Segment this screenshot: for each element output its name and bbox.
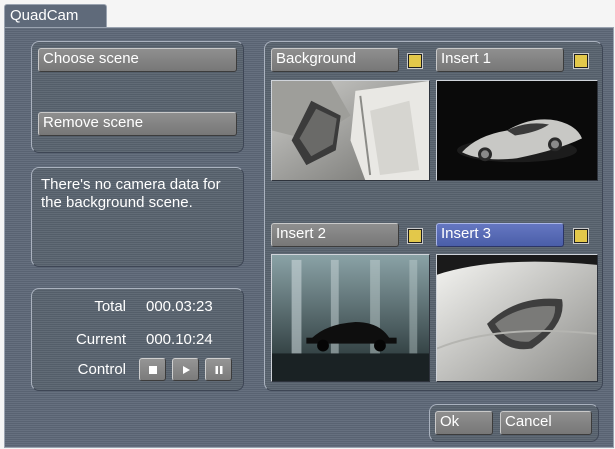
total-label: Total [94, 298, 126, 315]
current-value: 000.10:24 [146, 331, 213, 348]
headlight-image [437, 255, 597, 381]
garage-car-image [272, 255, 429, 381]
current-label: Current [75, 331, 126, 348]
pause-icon [215, 365, 222, 374]
insert-3-toggle[interactable] [574, 229, 588, 243]
info-panel: There's no camera data for the backgroun… [31, 167, 244, 267]
stop-icon [148, 365, 157, 374]
background-toggle[interactable] [408, 54, 422, 68]
background-button[interactable]: Background [271, 48, 399, 72]
camera-info-text: There's no camera data for the backgroun… [41, 176, 221, 211]
insert-2-toggle[interactable] [408, 229, 422, 243]
quadcam-window: Choose scene Remove scene There's no cam… [4, 27, 614, 448]
car-interior-image [272, 81, 429, 180]
choose-scene-button[interactable]: Choose scene [38, 48, 237, 72]
insert-2-button[interactable]: Insert 2 [271, 223, 399, 247]
stop-button[interactable] [139, 358, 166, 381]
total-value: 000.03:23 [146, 298, 213, 315]
pause-button[interactable] [205, 358, 232, 381]
insert-3-thumbnail[interactable] [436, 254, 598, 382]
play-icon [182, 365, 190, 374]
background-thumbnail[interactable] [271, 80, 430, 181]
insert-1-toggle[interactable] [574, 54, 588, 68]
play-button[interactable] [172, 358, 199, 381]
insert-2-thumbnail[interactable] [271, 254, 430, 382]
footer-panel: Ok Cancel [429, 404, 599, 442]
ok-button[interactable]: Ok [435, 411, 493, 435]
scene-panel: Choose scene Remove scene [31, 41, 244, 153]
quad-view-panel: Background Insert 1 Insert 2 Insert 3 [264, 41, 603, 391]
cancel-button[interactable]: Cancel [500, 411, 592, 435]
control-label: Control [77, 361, 126, 378]
remove-scene-button[interactable]: Remove scene [38, 112, 237, 136]
insert-1-thumbnail[interactable] [436, 80, 598, 181]
insert-3-button[interactable]: Insert 3 [436, 223, 564, 247]
insert-1-button[interactable]: Insert 1 [436, 48, 564, 72]
window-title-tab: QuadCam [4, 4, 107, 28]
sports-car-image [437, 81, 597, 180]
playback-panel: Total 000.03:23 Current 000.10:24 Contro… [31, 288, 244, 391]
